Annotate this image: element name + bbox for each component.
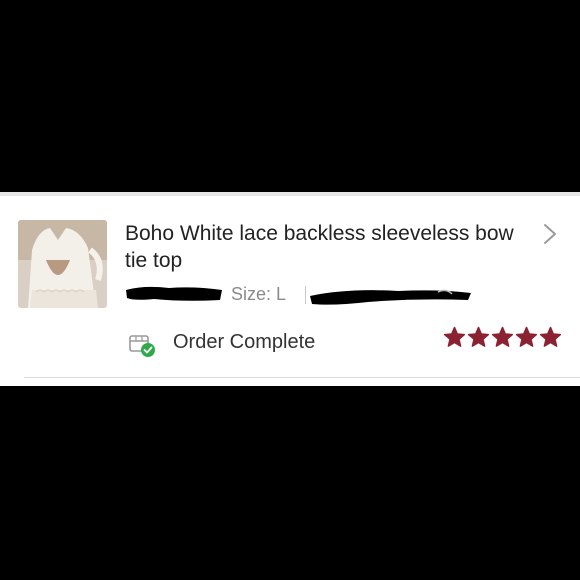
rating-stars	[443, 326, 562, 352]
product-thumbnail[interactable]	[18, 220, 107, 308]
star-icon	[515, 326, 538, 347]
product-image	[18, 220, 107, 308]
package-check-icon	[129, 335, 155, 357]
star-icon	[539, 326, 562, 347]
size-label: Size: L	[231, 284, 287, 304]
order-item-card[interactable]: Boho White lace backless sleeveless bow …	[0, 192, 580, 386]
product-title[interactable]: Boho White lace backless sleeveless bow …	[125, 220, 515, 274]
meta-divider	[305, 286, 306, 304]
chevron-right-icon[interactable]	[540, 222, 560, 246]
bottom-divider	[24, 377, 580, 378]
star-icon	[467, 326, 490, 347]
star-icon	[491, 326, 514, 347]
star-icon	[443, 326, 466, 347]
top-divider	[0, 192, 580, 196]
order-status: Order Complete	[173, 331, 316, 353]
price-redaction	[126, 286, 222, 301]
seller-redaction	[310, 289, 471, 305]
